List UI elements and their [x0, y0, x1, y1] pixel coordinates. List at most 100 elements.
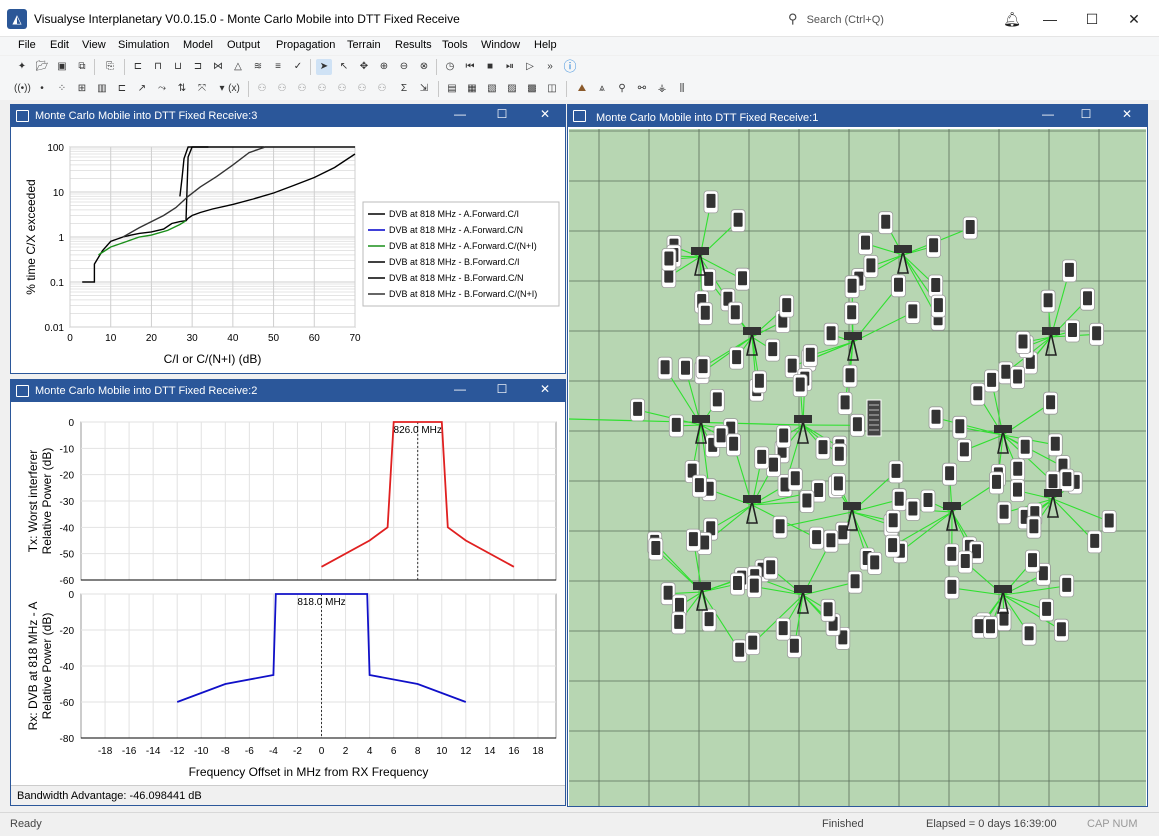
menu-window[interactable]: Window: [481, 39, 520, 51]
step-icon[interactable]: ⏯: [502, 59, 518, 75]
tree-icon-5[interactable]: ⚇: [334, 81, 350, 97]
wireless-icon[interactable]: ⩓: [594, 81, 610, 97]
tree-icon-1[interactable]: ⚇: [254, 81, 270, 97]
menu-file[interactable]: File: [18, 39, 36, 51]
area-icon[interactable]: ▥: [94, 81, 110, 97]
distribution-icon[interactable]: ▩: [524, 81, 540, 97]
legend-label: DVB at 818 MHz - B.Forward.C/(N+I): [389, 289, 537, 299]
play-icon[interactable]: ▷: [522, 59, 538, 75]
cdf-window-title: Monte Carlo Mobile into DTT Fixed Receiv…: [35, 110, 258, 122]
tree-icon-3[interactable]: ⚇: [294, 81, 310, 97]
cdf-minimize-button[interactable]: —: [452, 107, 468, 121]
tree-icon-6[interactable]: ⚇: [354, 81, 370, 97]
menu-terrain[interactable]: Terrain: [347, 39, 381, 51]
point-icon[interactable]: •: [34, 81, 50, 97]
tower-antenna: [894, 245, 912, 253]
mask-view-icon[interactable]: ▧: [484, 81, 500, 97]
report-icon[interactable]: ✓: [290, 59, 306, 75]
map-view-icon[interactable]: ▦: [464, 81, 480, 97]
export-icon[interactable]: ⇲: [416, 81, 432, 97]
menu-model[interactable]: Model: [183, 39, 213, 51]
info-icon[interactable]: ⓘ: [562, 59, 578, 75]
carrier-icon[interactable]: ⊔: [170, 59, 186, 75]
mask-maximize-button[interactable]: ☐: [494, 382, 510, 396]
fast-forward-icon[interactable]: »: [542, 59, 558, 75]
map-close-button[interactable]: ✕: [1119, 107, 1135, 121]
pointer-tool-icon[interactable]: ➤: [316, 59, 332, 75]
mobile-phone-icon: [671, 611, 687, 635]
menu-tools[interactable]: Tools: [442, 39, 468, 51]
mask-minimize-button[interactable]: —: [452, 382, 468, 396]
phone-screen: [1090, 533, 1100, 548]
antenna-icon[interactable]: ⊐: [190, 59, 206, 75]
maximize-button[interactable]: ☐: [1077, 8, 1107, 30]
zoom-in-icon[interactable]: ⊕: [376, 59, 392, 75]
tree-icon-7[interactable]: ⚇: [374, 81, 390, 97]
phone-screen: [790, 471, 800, 486]
series-icon[interactable]: ◫: [544, 81, 560, 97]
menu-edit[interactable]: Edit: [50, 39, 69, 51]
menu-view[interactable]: View: [82, 39, 106, 51]
new-file-icon[interactable]: ✦: [14, 59, 30, 75]
arrow-diag-icon[interactable]: ↗: [134, 81, 150, 97]
link-icon[interactable]: ⊓: [150, 59, 166, 75]
menu-simulation[interactable]: Simulation: [118, 39, 169, 51]
select-tool-icon[interactable]: ↖: [336, 59, 352, 75]
save-as-icon[interactable]: ⧉: [74, 59, 90, 75]
clock-icon[interactable]: ◷: [442, 59, 458, 75]
zoom-out-icon[interactable]: ⊖: [396, 59, 412, 75]
mask-close-button[interactable]: ✕: [537, 382, 553, 396]
tree-icon-4[interactable]: ⚇: [314, 81, 330, 97]
satellite-icon[interactable]: ⚲: [614, 81, 630, 97]
transform-icon[interactable]: ⤧: [194, 81, 210, 97]
path-icon[interactable]: ⤳: [154, 81, 170, 97]
phone-screen: [1024, 626, 1034, 641]
menu-propagation[interactable]: Propagation: [276, 39, 335, 51]
menu-results[interactable]: Results: [395, 39, 432, 51]
rewind-icon[interactable]: ⏮: [462, 59, 478, 75]
terrain-icon[interactable]: △: [230, 59, 246, 75]
open-folder-icon[interactable]: 📂︎: [34, 59, 50, 75]
cdf-close-button[interactable]: ✕: [537, 107, 553, 121]
station-icon[interactable]: ⊏: [130, 59, 146, 75]
search-icon: ⚲: [788, 11, 798, 26]
search-box[interactable]: ⚲ Search (Ctrl+Q): [788, 11, 968, 29]
tree-icon-2[interactable]: ⚇: [274, 81, 290, 97]
minimize-button[interactable]: —: [1035, 8, 1065, 30]
map-maximize-button[interactable]: ☐: [1078, 107, 1094, 121]
tower-icon[interactable]: ⚶: [654, 81, 670, 97]
broadcast-icon[interactable]: ((•)): [14, 81, 31, 97]
sum-icon[interactable]: Σ: [396, 81, 412, 97]
propagation-icon[interactable]: ≋: [250, 59, 266, 75]
plot-view-icon[interactable]: ▨: [504, 81, 520, 97]
menu-help[interactable]: Help: [534, 39, 557, 51]
phone-screen: [888, 513, 898, 528]
interference-icon[interactable]: ⋈: [210, 59, 226, 75]
bracket-icon[interactable]: ⊏: [114, 81, 130, 97]
bell-icon[interactable]: 🔔︎: [997, 8, 1027, 30]
mobile-phone-icon: [984, 369, 1000, 393]
list-icon[interactable]: ≡: [270, 59, 286, 75]
cdf-maximize-button[interactable]: ☐: [494, 107, 510, 121]
mobile-phone-icon: [1021, 622, 1037, 646]
terrain-height-icon[interactable]: ⛰︎: [574, 81, 590, 97]
menu-output[interactable]: Output: [227, 39, 260, 51]
cdf-chart[interactable]: 0.01 0.1 1 10 100 0 10 20 30 40 50 60 70 C/I or C/(N+…: [11, 127, 565, 373]
phone-screen: [894, 491, 904, 506]
bar-icon[interactable]: ⫼: [674, 81, 690, 97]
pan-tool-icon[interactable]: ✥: [356, 59, 372, 75]
save-icon[interactable]: ▣: [54, 59, 70, 75]
mask-chart[interactable]: 0-10-20-30-40-50-60826.0 MHzTx: Worst in…: [11, 402, 565, 786]
scatter-icon[interactable]: ⁘: [54, 81, 70, 97]
grid-icon[interactable]: ⊞: [74, 81, 90, 97]
chart-table-icon[interactable]: ▤: [444, 81, 460, 97]
map-minimize-button[interactable]: —: [1040, 107, 1056, 121]
stop-icon[interactable]: ■: [482, 59, 498, 75]
map-canvas[interactable]: [569, 129, 1146, 806]
network-icon[interactable]: ⚯: [634, 81, 650, 97]
copy-icon[interactable]: ⎘: [102, 59, 118, 75]
close-button[interactable]: ✕: [1119, 8, 1149, 30]
zoom-fit-icon[interactable]: ⊗: [416, 59, 432, 75]
swap-icon[interactable]: ⇅: [174, 81, 190, 97]
variable-icon[interactable]: (x): [226, 81, 242, 97]
